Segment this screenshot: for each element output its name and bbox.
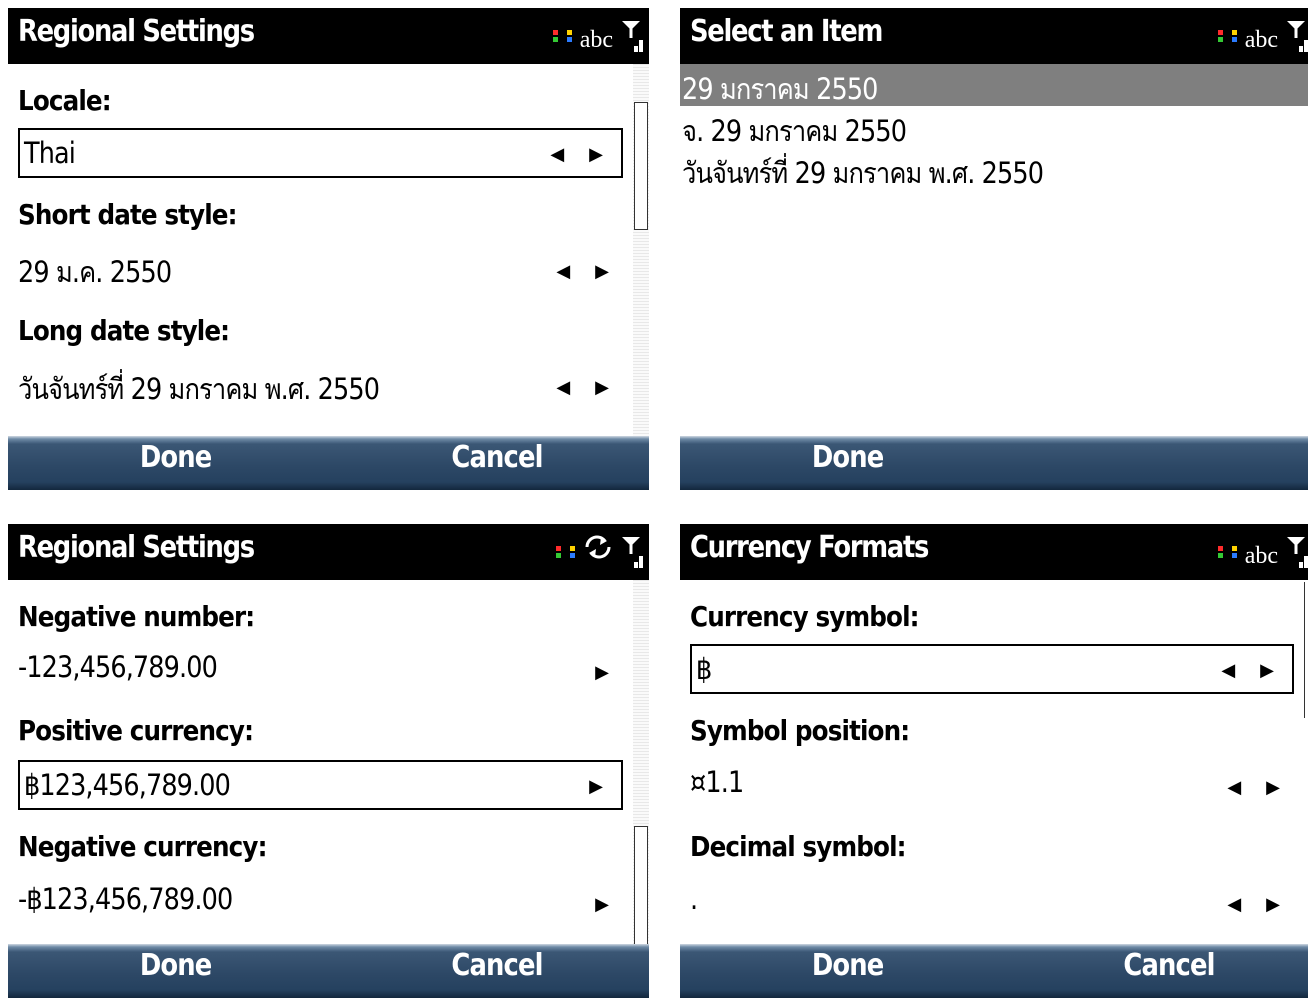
windows-flag-icon (1217, 546, 1237, 558)
list-item-label: วันจันทร์ที่ 29 มกราคม พ.ศ. 2550 (682, 156, 1044, 190)
activesync-icon (583, 533, 613, 568)
signal-strength-icon (621, 18, 643, 56)
input-mode-indicator: abc (1244, 543, 1278, 569)
input-mode-indicator: abc (579, 27, 613, 53)
left-right-arrows-icon: ◀ ▶ (550, 144, 613, 164)
left-right-arrows-icon[interactable]: ◀ ▶ (556, 261, 619, 282)
done-softkey[interactable]: Done (140, 948, 212, 983)
signal-strength-icon (1286, 18, 1308, 56)
cancel-softkey[interactable]: Cancel (1123, 948, 1215, 983)
scrollbar-thumb[interactable] (1304, 582, 1308, 718)
done-softkey[interactable]: Done (812, 948, 884, 983)
title-bar: Select an Item abc (680, 8, 1308, 64)
currency-symbol-label: Currency symbol: (690, 600, 920, 633)
signal-strength-icon (1286, 534, 1308, 572)
left-right-arrows-icon: ◀ ▶ (1221, 660, 1284, 680)
title-bar: Regional Settings (8, 524, 649, 580)
negative-currency-label: Negative currency: (18, 830, 267, 863)
scrollbar-thumb[interactable] (634, 826, 648, 952)
right-arrow-icon[interactable]: ▶ (595, 662, 619, 683)
locale-value: Thai (24, 136, 76, 170)
status-indicators: abc (1217, 16, 1308, 56)
softkey-bar: Done (680, 436, 1308, 490)
scrollbar-thumb[interactable] (634, 102, 648, 230)
positive-currency-value: ฿123,456,789.00 (24, 768, 231, 802)
long-date-style-value[interactable]: วันจันทร์ที่ 29 มกราคม พ.ศ. 2550 (18, 366, 380, 412)
softkey-bar: Done Cancel (8, 944, 649, 998)
left-right-arrows-icon[interactable]: ◀ ▶ (1227, 777, 1290, 798)
negative-currency-value[interactable]: -฿123,456,789.00 (18, 882, 233, 916)
locale-label: Locale: (18, 84, 112, 117)
list-item[interactable]: จ. 29 มกราคม 2550 (680, 106, 1308, 148)
negative-number-value[interactable]: -123,456,789.00 (18, 650, 218, 684)
locale-picker[interactable]: Thai ◀ ▶ (18, 128, 623, 178)
currency-symbol-value: ฿ (696, 652, 712, 686)
cancel-softkey[interactable]: Cancel (451, 440, 543, 475)
symbol-position-label: Symbol position: (690, 714, 910, 747)
status-indicators: abc (552, 16, 643, 56)
screen-title: Regional Settings (18, 530, 255, 565)
cancel-softkey[interactable]: Cancel (451, 948, 543, 983)
short-date-style-label: Short date style: (18, 198, 238, 231)
list-item[interactable]: วันจันทร์ที่ 29 มกราคม พ.ศ. 2550 (680, 148, 1308, 190)
done-softkey[interactable]: Done (812, 440, 884, 475)
scrollbar[interactable] (633, 64, 649, 436)
title-bar: Regional Settings abc (8, 8, 649, 64)
select-an-item-screen: Select an Item abc 29 มกราคม 2550 จ. 29 … (680, 8, 1308, 490)
windows-flag-icon (1217, 30, 1237, 42)
regional-settings-date-screen: Regional Settings abc Locale: Thai ◀ ▶ S… (8, 8, 649, 490)
right-arrow-icon[interactable]: ▶ (595, 894, 619, 915)
negative-number-label: Negative number: (18, 600, 255, 633)
positive-currency-label: Positive currency: (18, 714, 254, 747)
decimal-symbol-label: Decimal symbol: (690, 830, 906, 863)
softkey-bar: Done Cancel (8, 436, 649, 490)
screen-title: Regional Settings (18, 14, 255, 49)
screen-title: Select an Item (690, 14, 883, 49)
windows-flag-icon (556, 546, 575, 558)
status-indicators (556, 532, 643, 572)
decimal-symbol-value[interactable]: . (690, 882, 698, 916)
positive-currency-picker[interactable]: ฿123,456,789.00 ▶ (18, 760, 623, 810)
long-date-style-label: Long date style: (18, 314, 230, 347)
currency-formats-screen: Currency Formats abc Currency symbol: ฿ … (680, 524, 1308, 998)
scrollbar[interactable] (633, 580, 649, 952)
signal-strength-icon (621, 534, 643, 572)
status-indicators: abc (1217, 532, 1308, 572)
screen-title: Currency Formats (690, 530, 929, 565)
softkey-bar: Done Cancel (680, 944, 1308, 998)
right-arrow-icon: ▶ (589, 776, 613, 796)
input-mode-indicator: abc (1244, 27, 1278, 53)
left-right-arrows-icon[interactable]: ◀ ▶ (1227, 894, 1290, 915)
left-right-arrows-icon[interactable]: ◀ ▶ (556, 377, 619, 398)
done-softkey[interactable]: Done (140, 440, 212, 475)
list-item-selected[interactable]: 29 มกราคม 2550 (680, 64, 1308, 106)
windows-flag-icon (552, 30, 572, 42)
currency-symbol-picker[interactable]: ฿ ◀ ▶ (690, 644, 1294, 694)
symbol-position-value[interactable]: ¤1.1 (690, 765, 744, 799)
regional-settings-currency-screen: Regional Settings Negative number: -123,… (8, 524, 649, 998)
short-date-style-value[interactable]: 29 ม.ค. 2550 (18, 249, 172, 295)
scrollbar[interactable] (1304, 580, 1308, 944)
title-bar: Currency Formats abc (680, 524, 1308, 580)
